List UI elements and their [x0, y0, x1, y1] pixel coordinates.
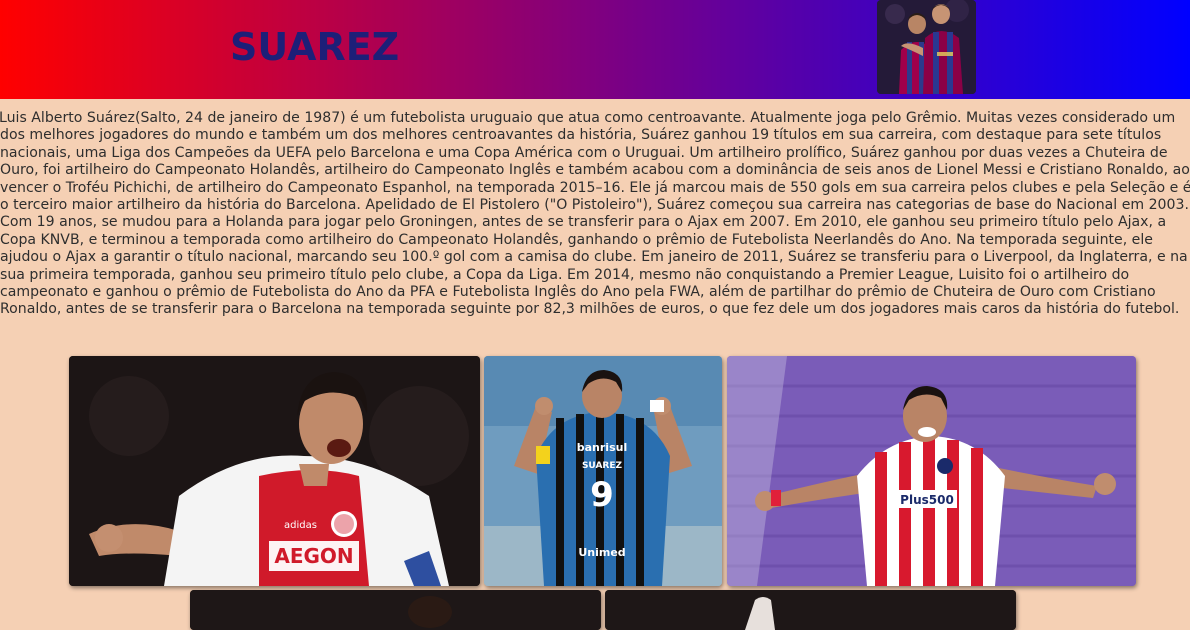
atletico-shirt-sponsor: Plus500 — [900, 493, 954, 507]
suarez-bottom-left-image — [190, 590, 601, 630]
page-title: SUAREZ — [230, 25, 400, 69]
barcelona-players-image — [877, 0, 976, 94]
photo-ajax: AEGON adidas — [69, 356, 480, 586]
header-photo-barcelona — [877, 0, 976, 94]
suarez-ajax-image: AEGON adidas — [69, 356, 480, 586]
gremio-shirt-sponsor-2: Unimed — [578, 546, 625, 559]
photo-bottom-left — [190, 590, 601, 630]
suarez-gremio-image: banrisul SUAREZ 9 Unimed — [484, 356, 722, 586]
photo-bottom-right — [605, 590, 1016, 630]
biography-text: Luis Alberto Suárez(Salto, 24 de janeiro… — [0, 110, 1190, 318]
photo-gremio: banrisul SUAREZ 9 Unimed — [484, 356, 722, 586]
photo-atletico: Plus500 — [727, 356, 1136, 586]
ajax-shirt-brand: adidas — [284, 520, 317, 531]
gremio-shirt-name: SUAREZ — [582, 461, 623, 471]
suarez-atletico-image: Plus500 — [727, 356, 1136, 586]
suarez-bottom-right-image — [605, 590, 1016, 630]
gremio-shirt-number: 9 — [590, 475, 614, 515]
page-header: SUAREZ — [0, 0, 1190, 99]
gremio-shirt-sponsor: banrisul — [577, 441, 627, 454]
ajax-shirt-sponsor: AEGON — [274, 544, 353, 568]
